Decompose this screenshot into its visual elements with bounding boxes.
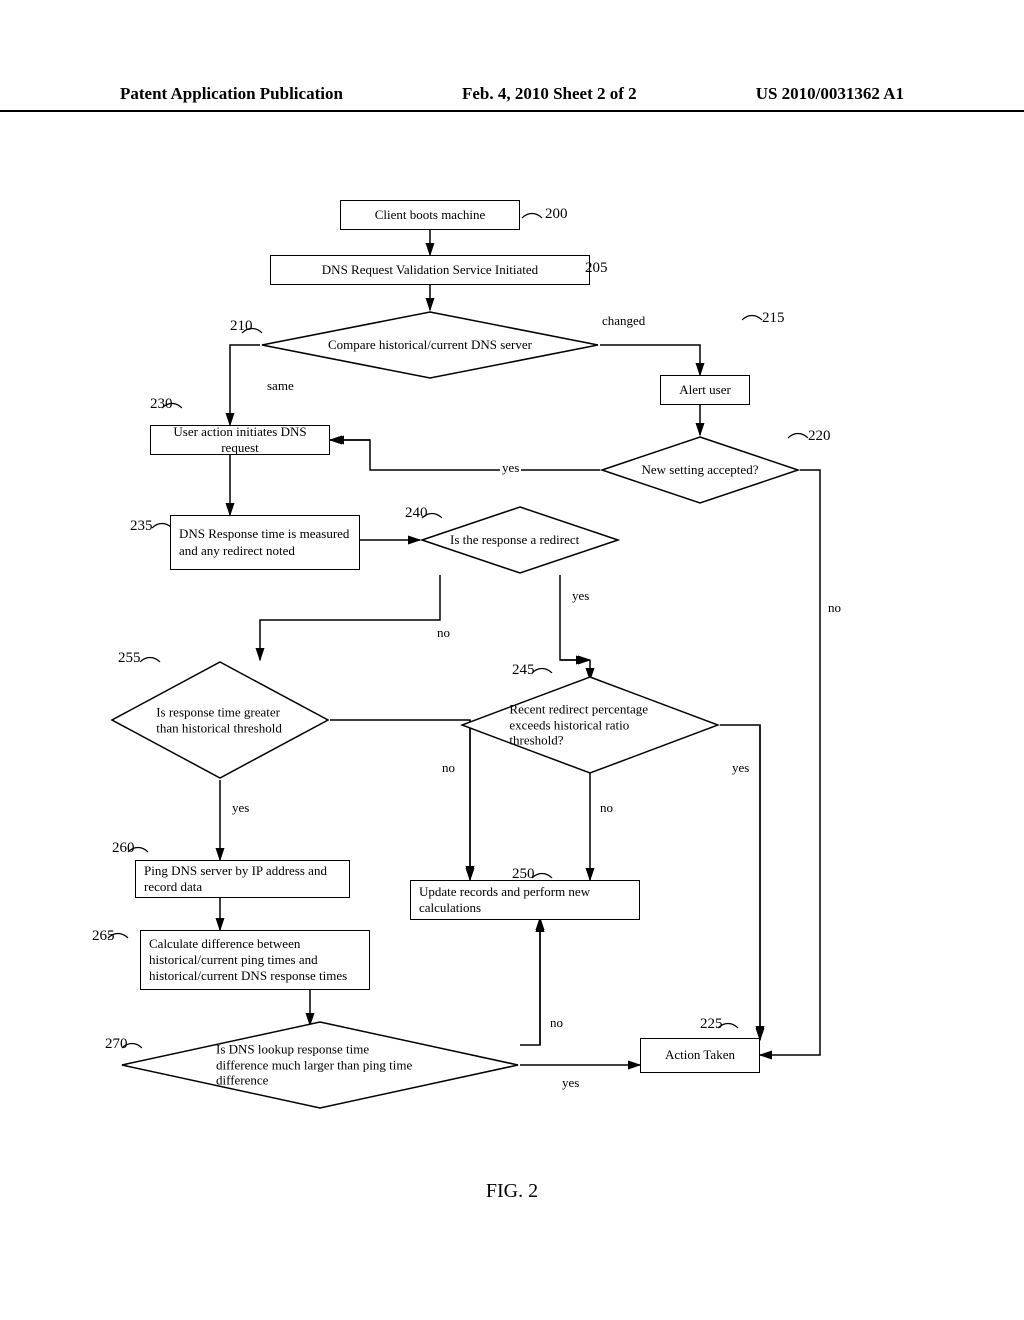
label: Is DNS lookup response time difference m… [216, 1042, 424, 1089]
edge-255-yes: yes [230, 800, 251, 816]
ref-240: 240 [405, 505, 428, 522]
ref-265: 265 [92, 928, 115, 945]
label: Is response time greater than historical… [156, 704, 284, 735]
decision-redirect-ratio: Recent redirect percentage exceeds histo… [460, 675, 720, 775]
edge-same: same [265, 378, 296, 394]
ref-235: 235 [130, 518, 153, 535]
step-action-taken: Action Taken [640, 1038, 760, 1073]
step-user-initiates-dns: User action initiates DNS request [150, 425, 330, 455]
edge-240-no: no [435, 625, 452, 641]
edge-255-no: no [440, 760, 457, 776]
ref-245: 245 [512, 662, 535, 679]
label: Action Taken [665, 1047, 735, 1063]
label: DNS Request Validation Service Initiated [322, 262, 538, 278]
flowchart-canvas: Client boots machine 200 DNS Request Val… [0, 120, 1024, 1220]
label: Is the response a redirect [450, 532, 590, 548]
label: Recent redirect percentage exceeds histo… [509, 702, 670, 749]
ref-220: 220 [808, 428, 831, 445]
ref-270: 270 [105, 1036, 128, 1053]
ref-260: 260 [112, 840, 135, 857]
ref-230: 230 [150, 396, 173, 413]
figure-caption: FIG. 2 [486, 1180, 538, 1203]
label: DNS Response time is measured and any re… [179, 526, 351, 559]
label: Ping DNS server by IP address and record… [144, 863, 341, 896]
decision-compare-dns: Compare historical/current DNS server [260, 310, 600, 380]
decision-is-redirect: Is the response a redirect [420, 505, 620, 575]
ref-215: 215 [762, 310, 785, 327]
edge-240-yes: yes [570, 588, 591, 604]
step-measure-response: DNS Response time is measured and any re… [170, 515, 360, 570]
step-update-records: Update records and perform new calculati… [410, 880, 640, 920]
step-ping-dns: Ping DNS server by IP address and record… [135, 860, 350, 898]
edge-245-no: no [598, 800, 615, 816]
ref-255: 255 [118, 650, 141, 667]
label: Compare historical/current DNS server [311, 337, 549, 353]
page: Patent Application Publication Feb. 4, 2… [0, 0, 1024, 1320]
edge-changed: changed [600, 313, 647, 329]
label: New setting accepted? [630, 462, 770, 478]
edge-220-yes: yes [500, 460, 521, 476]
edge-220-no: no [826, 600, 843, 616]
edge-245-yes: yes [730, 760, 751, 776]
label: Calculate difference between historical/… [149, 936, 361, 985]
step-alert-user: Alert user [660, 375, 750, 405]
label: Update records and perform new calculati… [419, 884, 631, 917]
header-left: Patent Application Publication [120, 84, 343, 104]
ref-225: 225 [700, 1016, 723, 1033]
ref-200: 200 [545, 206, 568, 223]
ref-205: 205 [585, 260, 608, 277]
edge-270-yes: yes [560, 1075, 581, 1091]
page-header: Patent Application Publication Feb. 4, 2… [0, 84, 1024, 112]
decision-lookup-vs-ping: Is DNS lookup response time difference m… [120, 1020, 520, 1110]
header-right: US 2010/0031362 A1 [756, 84, 904, 104]
header-center: Feb. 4, 2010 Sheet 2 of 2 [462, 84, 637, 104]
ref-210: 210 [230, 318, 253, 335]
decision-new-setting-accepted: New setting accepted? [600, 435, 800, 505]
edge-270-no: no [548, 1015, 565, 1031]
label: Alert user [679, 382, 731, 398]
step-client-boots: Client boots machine [340, 200, 520, 230]
label: Client boots machine [375, 207, 485, 223]
step-dns-validation-initiated: DNS Request Validation Service Initiated [270, 255, 590, 285]
step-calc-difference: Calculate difference between historical/… [140, 930, 370, 990]
decision-response-threshold: Is response time greater than historical… [110, 660, 330, 780]
label: User action initiates DNS request [159, 424, 321, 457]
ref-250: 250 [512, 866, 535, 883]
